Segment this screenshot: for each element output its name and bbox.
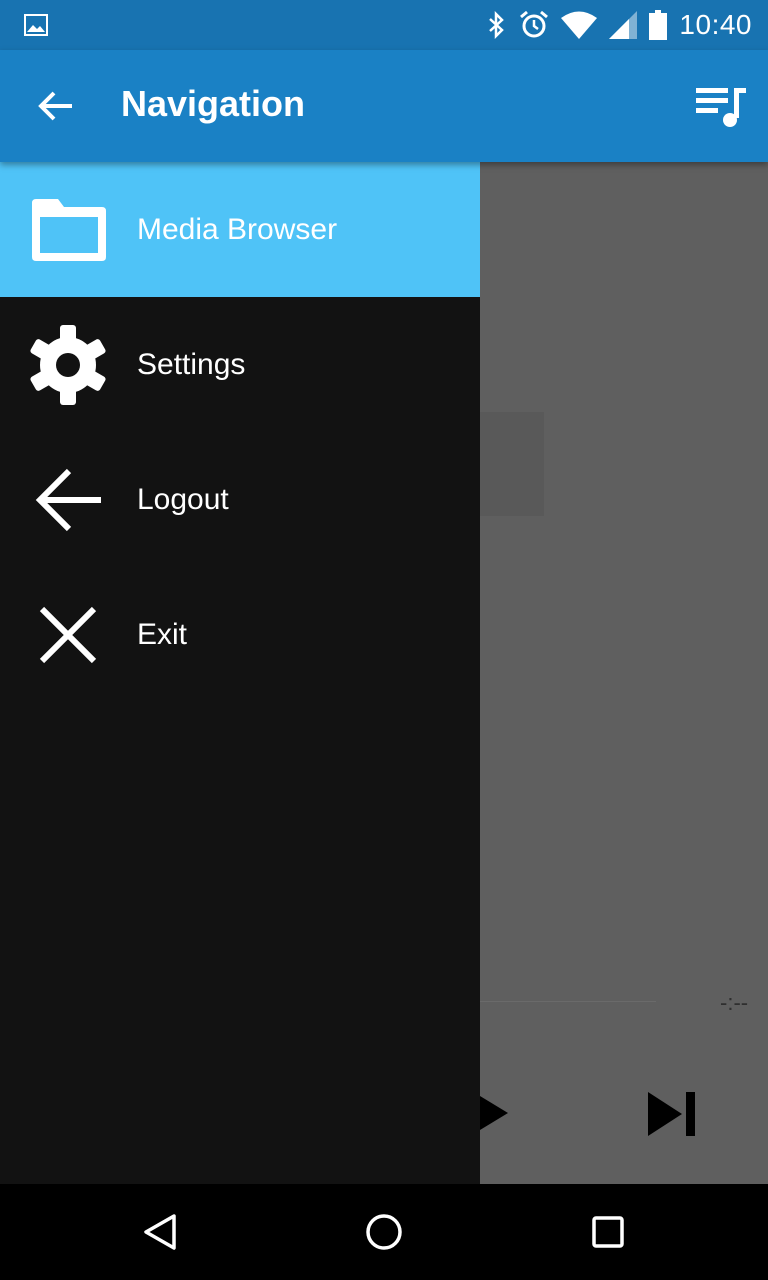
queue-music-icon[interactable] — [696, 84, 748, 128]
track-time: -:-- — [720, 990, 749, 1015]
arrow-back-icon[interactable] — [36, 86, 76, 126]
drawer-item-label: Settings — [137, 347, 246, 381]
navigation-drawer: Media Browser Settings Logout Exit — [0, 162, 480, 1184]
drawer-item-exit[interactable]: Exit — [0, 567, 480, 702]
skip-next-icon[interactable] — [646, 1090, 698, 1138]
seek-bar[interactable] — [480, 1001, 656, 1002]
drawer-item-label: Media Browser — [137, 212, 338, 246]
album-art-placeholder — [470, 412, 544, 516]
alarm-icon — [520, 10, 549, 38]
image-notification-icon — [24, 14, 48, 36]
drawer-item-media-browser[interactable]: Media Browser — [0, 162, 480, 297]
cell-signal-icon — [609, 11, 638, 39]
status-bar: 10:40 — [0, 0, 768, 50]
drawer-item-settings[interactable]: Settings — [0, 297, 480, 432]
drawer-item-label: Exit — [137, 617, 188, 651]
clock: 10:40 — [679, 9, 752, 40]
play-icon[interactable] — [480, 1092, 510, 1134]
battery-icon — [649, 10, 668, 40]
arrow-left-icon — [28, 460, 108, 540]
gear-icon — [28, 324, 108, 405]
page-title: Navigation — [121, 83, 306, 124]
bluetooth-icon — [489, 11, 505, 39]
app-bar: Navigation — [0, 50, 768, 162]
system-nav-bar — [0, 1184, 768, 1280]
recents-square-icon[interactable] — [588, 1212, 628, 1252]
home-circle-icon[interactable] — [364, 1212, 404, 1252]
wifi-icon — [561, 11, 598, 39]
folder-icon — [28, 190, 108, 270]
close-icon — [28, 595, 108, 675]
drawer-item-logout[interactable]: Logout — [0, 432, 480, 567]
drawer-item-label: Logout — [137, 482, 229, 516]
back-triangle-icon[interactable] — [140, 1212, 180, 1252]
